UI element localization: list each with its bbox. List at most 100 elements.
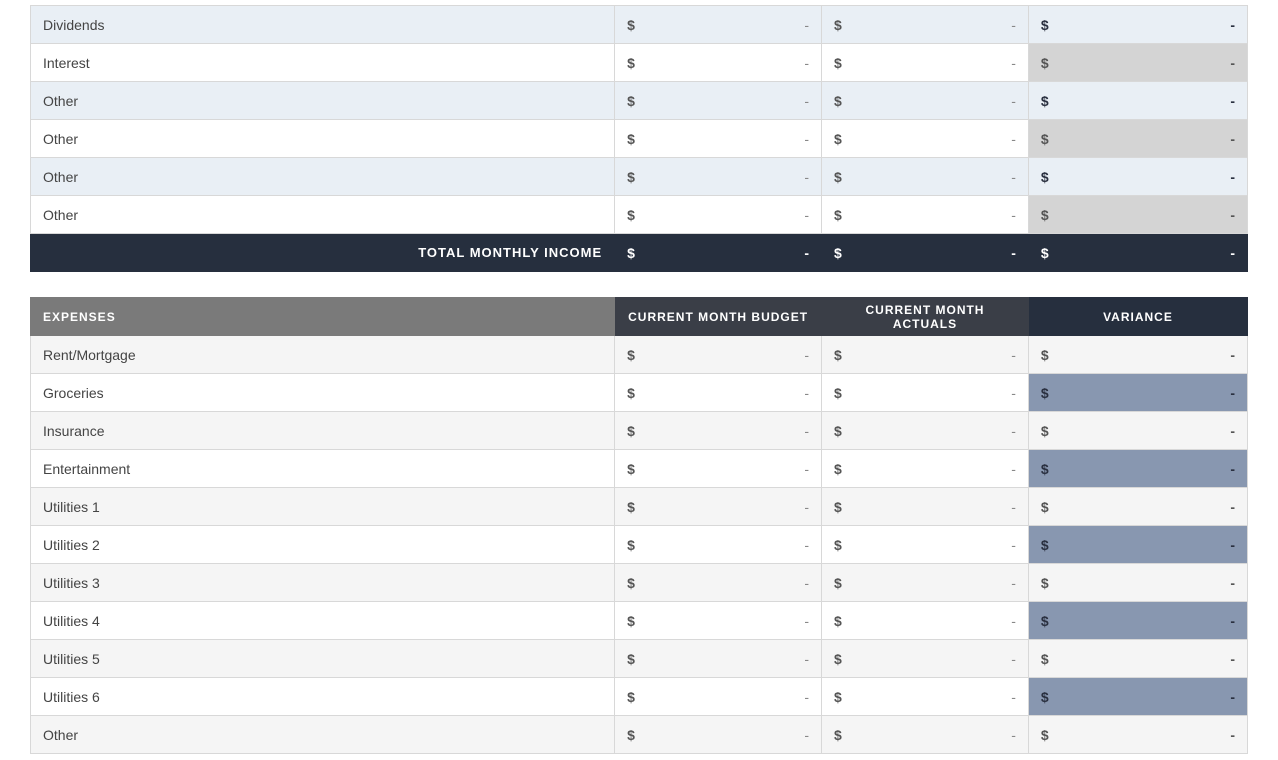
- amount-cell[interactable]: $-: [615, 450, 822, 488]
- amount-cell[interactable]: $-: [1028, 564, 1247, 602]
- currency-symbol: $: [1041, 575, 1049, 591]
- amount-cell[interactable]: $-: [615, 234, 822, 272]
- row-label[interactable]: Interest: [31, 44, 615, 82]
- header-actuals: CURRENT MONTH ACTUALS: [822, 298, 1029, 336]
- row-label[interactable]: Utilities 3: [31, 564, 615, 602]
- amount-cell[interactable]: $-: [615, 564, 822, 602]
- amount-cell[interactable]: $-: [615, 716, 822, 754]
- row-label[interactable]: Insurance: [31, 412, 615, 450]
- amount-cell[interactable]: $-: [615, 526, 822, 564]
- amount-cell[interactable]: $-: [822, 526, 1029, 564]
- row-label[interactable]: Other: [31, 120, 615, 158]
- section-gap: [30, 272, 1248, 297]
- amount-cell[interactable]: $-: [615, 374, 822, 412]
- amount-value: -: [1011, 461, 1016, 477]
- amount-cell[interactable]: $-: [615, 336, 822, 374]
- currency-symbol: $: [627, 423, 635, 439]
- amount-cell[interactable]: $-: [1028, 196, 1247, 234]
- amount-cell[interactable]: $-: [822, 6, 1029, 44]
- amount-cell[interactable]: $-: [822, 196, 1029, 234]
- currency-symbol: $: [1041, 499, 1049, 515]
- row-label[interactable]: Other: [31, 196, 615, 234]
- amount-value: -: [804, 55, 809, 71]
- row-label[interactable]: Other: [31, 716, 615, 754]
- amount-value: -: [804, 169, 809, 185]
- amount-value: -: [1011, 651, 1016, 667]
- row-label[interactable]: Groceries: [31, 374, 615, 412]
- amount-cell[interactable]: $-: [1028, 374, 1247, 412]
- amount-cell[interactable]: $-: [1028, 44, 1247, 82]
- amount-cell[interactable]: $-: [615, 158, 822, 196]
- row-label[interactable]: Utilities 4: [31, 602, 615, 640]
- row-label[interactable]: Other: [31, 82, 615, 120]
- amount-cell[interactable]: $-: [1028, 158, 1247, 196]
- row-label[interactable]: Rent/Mortgage: [31, 336, 615, 374]
- amount-cell[interactable]: $-: [822, 488, 1029, 526]
- currency-symbol: $: [834, 169, 842, 185]
- expense-row: Utilities 5$-$-$-: [31, 640, 1248, 678]
- amount-value: -: [804, 537, 809, 553]
- row-label[interactable]: Other: [31, 158, 615, 196]
- amount-cell[interactable]: $-: [822, 412, 1029, 450]
- amount-cell[interactable]: $-: [1028, 602, 1247, 640]
- amount-cell[interactable]: $-: [1028, 526, 1247, 564]
- currency-symbol: $: [1041, 169, 1049, 185]
- amount-cell[interactable]: $-: [1028, 716, 1247, 754]
- amount-cell[interactable]: $-: [822, 640, 1029, 678]
- amount-cell[interactable]: $-: [1028, 412, 1247, 450]
- amount-cell[interactable]: $-: [822, 44, 1029, 82]
- amount-cell[interactable]: $-: [615, 640, 822, 678]
- amount-cell[interactable]: $-: [1028, 82, 1247, 120]
- row-label[interactable]: Utilities 6: [31, 678, 615, 716]
- amount-cell[interactable]: $-: [1028, 120, 1247, 158]
- amount-value: -: [1011, 169, 1016, 185]
- amount-cell[interactable]: $-: [1028, 640, 1247, 678]
- row-label[interactable]: Utilities 5: [31, 640, 615, 678]
- amount-cell[interactable]: $-: [822, 602, 1029, 640]
- amount-cell[interactable]: $-: [1028, 450, 1247, 488]
- amount-cell[interactable]: $-: [822, 158, 1029, 196]
- amount-cell[interactable]: $-: [822, 450, 1029, 488]
- amount-value: -: [804, 93, 809, 109]
- amount-cell[interactable]: $-: [1028, 6, 1247, 44]
- amount-cell[interactable]: $-: [1028, 488, 1247, 526]
- amount-cell[interactable]: $-: [822, 374, 1029, 412]
- amount-cell[interactable]: $-: [822, 716, 1029, 754]
- amount-cell[interactable]: $-: [1028, 234, 1247, 272]
- currency-symbol: $: [1041, 423, 1049, 439]
- amount-cell[interactable]: $-: [615, 488, 822, 526]
- amount-value: -: [1230, 727, 1235, 743]
- row-label[interactable]: Utilities 1: [31, 488, 615, 526]
- amount-cell[interactable]: $-: [1028, 336, 1247, 374]
- amount-cell[interactable]: $-: [1028, 678, 1247, 716]
- currency-symbol: $: [834, 499, 842, 515]
- amount-cell[interactable]: $-: [615, 82, 822, 120]
- currency-symbol: $: [834, 727, 842, 743]
- expense-row: Rent/Mortgage$-$-$-: [31, 336, 1248, 374]
- amount-cell[interactable]: $-: [615, 602, 822, 640]
- row-label[interactable]: Dividends: [31, 6, 615, 44]
- row-label[interactable]: Utilities 2: [31, 526, 615, 564]
- amount-value: -: [1011, 385, 1016, 401]
- amount-cell[interactable]: $-: [615, 196, 822, 234]
- amount-value: -: [804, 651, 809, 667]
- amount-value: -: [1011, 575, 1016, 591]
- amount-value: -: [804, 347, 809, 363]
- currency-symbol: $: [627, 613, 635, 629]
- amount-cell[interactable]: $-: [822, 82, 1029, 120]
- amount-cell[interactable]: $-: [615, 44, 822, 82]
- amount-cell[interactable]: $-: [822, 336, 1029, 374]
- amount-value: -: [1230, 347, 1235, 363]
- currency-symbol: $: [834, 537, 842, 553]
- amount-value: -: [1011, 727, 1016, 743]
- amount-cell[interactable]: $-: [822, 120, 1029, 158]
- amount-cell[interactable]: $-: [615, 6, 822, 44]
- amount-cell[interactable]: $-: [822, 564, 1029, 602]
- amount-cell[interactable]: $-: [822, 234, 1029, 272]
- amount-cell[interactable]: $-: [822, 678, 1029, 716]
- amount-cell[interactable]: $-: [615, 412, 822, 450]
- amount-value: -: [1011, 131, 1016, 147]
- amount-cell[interactable]: $-: [615, 120, 822, 158]
- amount-cell[interactable]: $-: [615, 678, 822, 716]
- row-label[interactable]: Entertainment: [31, 450, 615, 488]
